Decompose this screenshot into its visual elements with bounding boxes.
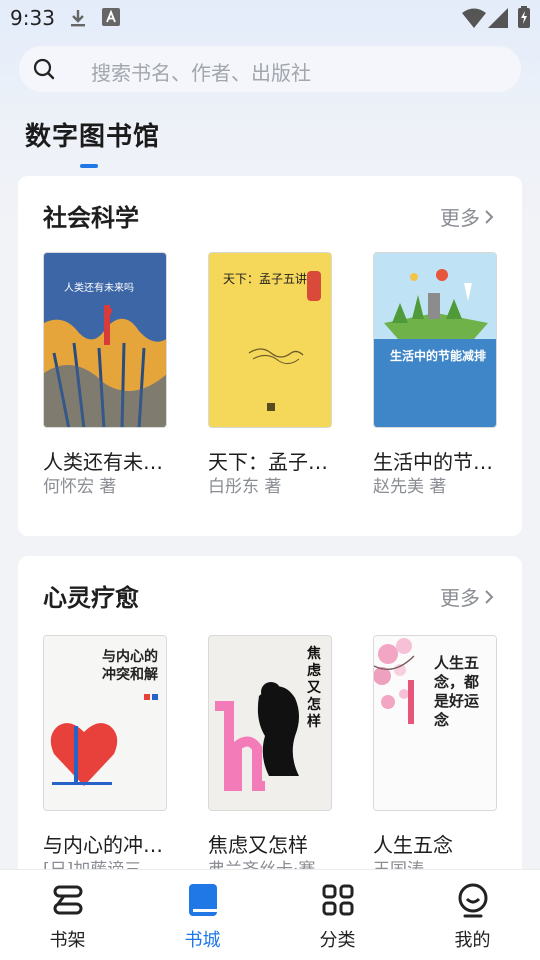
book-title[interactable]: 焦虑又怎样 <box>208 829 338 858</box>
book-title[interactable]: 生活中的节… <box>373 446 503 475</box>
chevron-right-icon <box>485 209 494 224</box>
cover-title: 人生五念，都是好运念 <box>434 654 480 729</box>
book-item[interactable]: 天下：孟子五讲 天下：孟子… 白彤东 著 <box>208 252 332 502</box>
book-store-icon <box>185 882 221 918</box>
status-bar: 9:33 <box>0 0 540 36</box>
book-cover[interactable]: 焦虑又怎样 <box>208 635 332 811</box>
profile-icon <box>455 882 491 918</box>
bottom-nav: 书架 书城 分类 我的 <box>0 869 540 960</box>
section-title: 心灵疗愈 <box>43 584 139 612</box>
nav-label[interactable]: 分类 <box>270 926 405 952</box>
book-cover[interactable]: 与内心的冲突和解 <box>43 635 167 811</box>
cover-title: 生活中的节能减排 <box>389 349 486 363</box>
more-button[interactable]: 更多 <box>440 582 494 611</box>
book-author: 赵先美 著 <box>373 477 447 497</box>
book-item[interactable]: 与内心的冲突和解 与内心的冲… [日]加藤谛三 <box>43 635 167 885</box>
book-cover[interactable]: 人生五念，都是好运念 <box>373 635 497 811</box>
page-title: 数字图书馆 <box>25 122 161 152</box>
more-label[interactable]: 更多 <box>440 202 480 231</box>
book-title[interactable]: 与内心的冲… <box>43 829 173 858</box>
nav-label[interactable]: 书架 <box>0 926 135 952</box>
wifi-icon <box>462 8 486 32</box>
book-cover[interactable]: 天下：孟子五讲 <box>208 252 332 428</box>
book-title[interactable]: 天下：孟子… <box>208 446 338 475</box>
section-title: 社会科学 <box>43 204 139 232</box>
status-time: 9:33 <box>10 6 55 30</box>
book-title[interactable]: 人类还有未… <box>43 446 173 475</box>
more-label[interactable]: 更多 <box>440 582 480 611</box>
chevron-right-icon <box>485 589 494 604</box>
text-a-icon <box>102 8 120 30</box>
book-title[interactable]: 人生五念 <box>373 829 503 858</box>
download-icon <box>68 8 88 32</box>
book-item[interactable]: 焦虑又怎样 焦虑又怎样 弗兰齐丝卡·赛… <box>208 635 332 885</box>
book-author: 何怀宏 著 <box>43 477 117 497</box>
search-bar[interactable]: 搜索书名、作者、出版社 <box>19 46 521 92</box>
book-cover[interactable]: 人类还有未来吗 <box>43 252 167 428</box>
book-item[interactable]: 人类还有未来吗 人类还有未… 何怀宏 著 <box>43 252 167 502</box>
search-icon <box>33 58 55 80</box>
bookshelf-icon <box>50 882 86 918</box>
cover-title: 焦虑又怎样 <box>307 646 321 730</box>
cover-title: 人类还有未来吗 <box>64 283 134 294</box>
section-social-science: 社会科学 更多 人类还有未来吗 人类还有未… 何怀宏 著 天下：孟子五讲 天下：… <box>18 176 522 536</box>
nav-profile[interactable]: 我的 <box>405 870 540 960</box>
category-grid-icon <box>320 882 356 918</box>
book-item[interactable]: 生活中的节能减排 生活中的节… 赵先美 著 <box>373 252 497 502</box>
signal-icon <box>488 8 508 32</box>
cover-title: 天下：孟子五讲 <box>223 272 308 286</box>
book-author: 白彤东 著 <box>208 477 282 497</box>
nav-label[interactable]: 书城 <box>135 926 270 952</box>
cover-title: 与内心的冲突和解 <box>102 649 158 683</box>
section-mental-healing: 心灵疗愈 更多 与内心的冲突和解 与内心的冲… [日]加藤谛三 <box>18 556 522 896</box>
search-placeholder[interactable]: 搜索书名、作者、出版社 <box>91 57 311 86</box>
nav-bookstore[interactable]: 书城 <box>135 870 270 960</box>
nav-bookshelf[interactable]: 书架 <box>0 870 135 960</box>
battery-charging-icon <box>518 6 530 32</box>
nav-category[interactable]: 分类 <box>270 870 405 960</box>
tab-indicator <box>80 164 98 168</box>
nav-label[interactable]: 我的 <box>405 926 540 952</box>
book-cover[interactable]: 生活中的节能减排 <box>373 252 497 428</box>
more-button[interactable]: 更多 <box>440 202 494 231</box>
book-item[interactable]: 人生五念，都是好运念 人生五念 王国涛 <box>373 635 497 885</box>
